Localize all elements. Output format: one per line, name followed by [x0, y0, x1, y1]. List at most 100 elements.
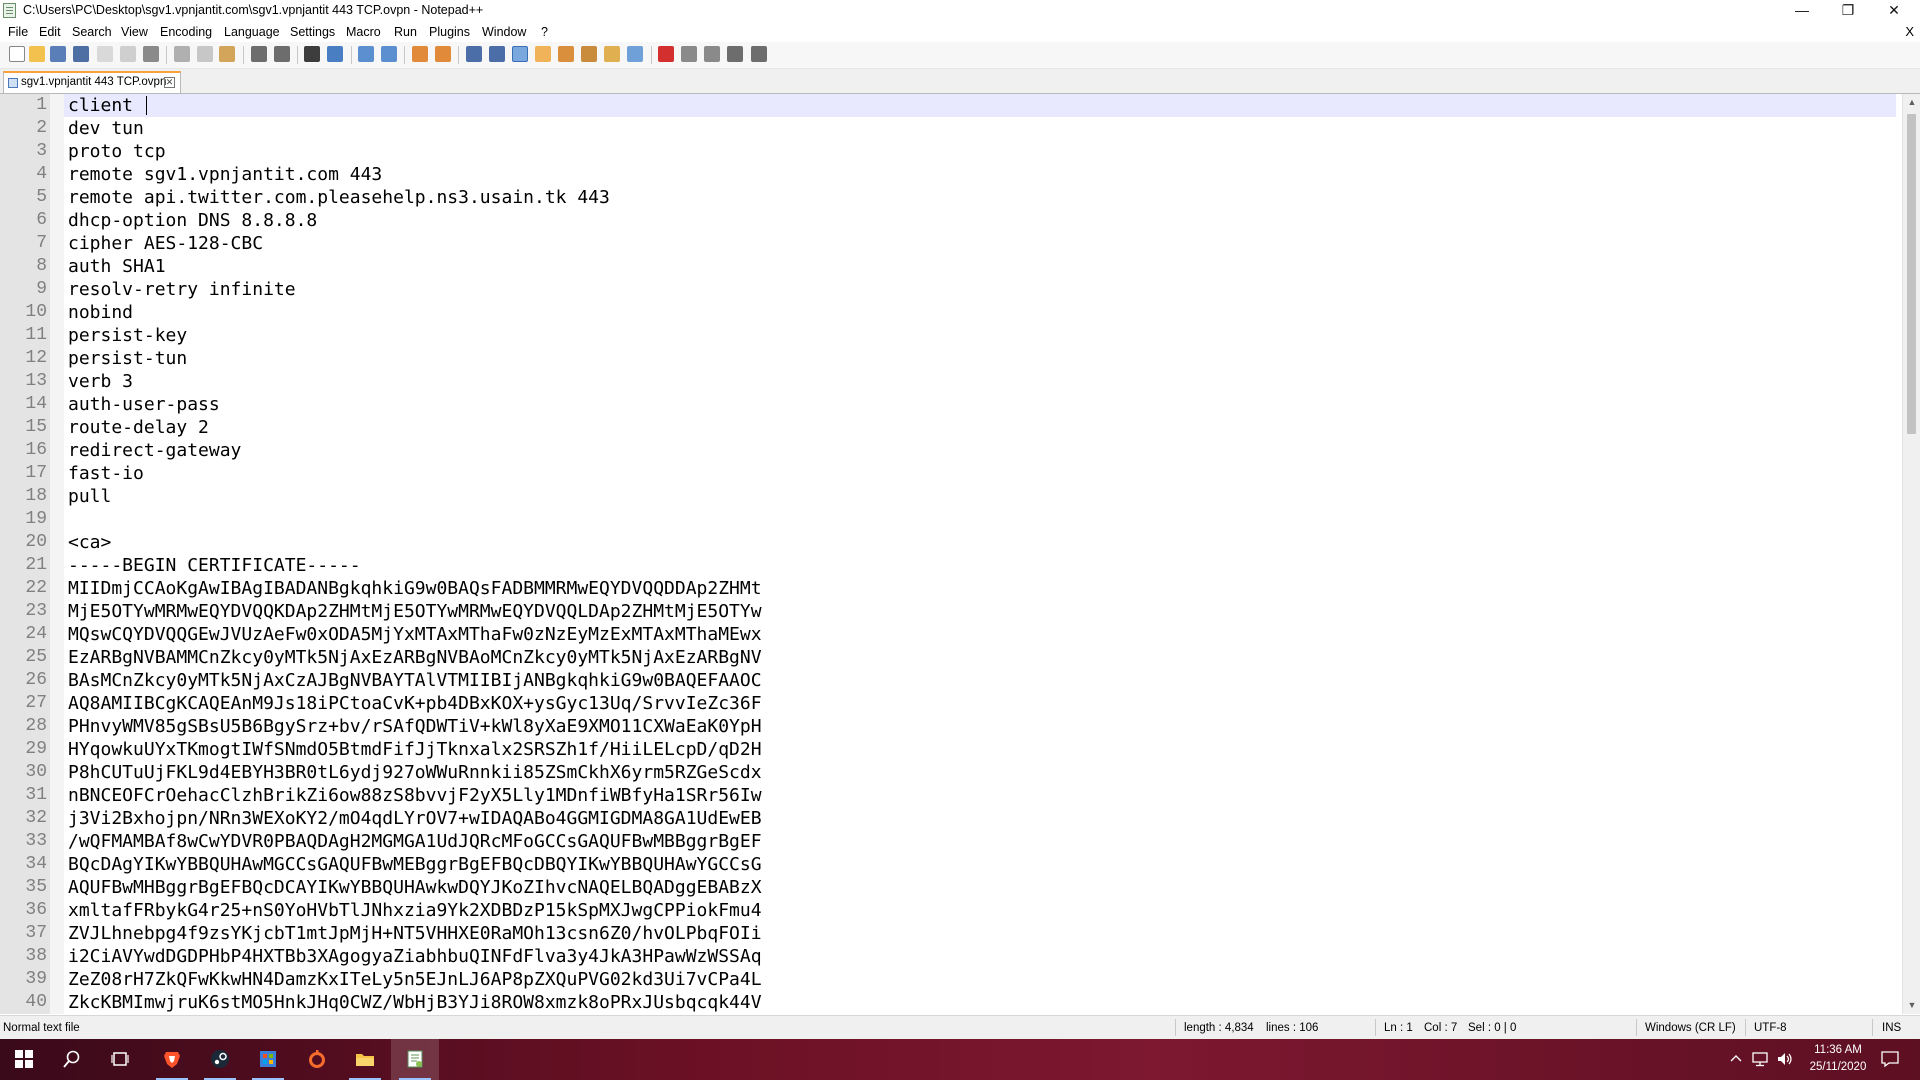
- tab-sgv1-ovpn[interactable]: sgv1.vpnjantit 443 TCP.ovpn ✕: [3, 71, 181, 93]
- taskbar-brave[interactable]: [148, 1039, 196, 1080]
- menu-help[interactable]: ?: [541, 25, 548, 39]
- show-all-chars-icon[interactable]: [489, 46, 505, 62]
- paste-icon[interactable]: [219, 46, 235, 62]
- replace-icon[interactable]: [327, 46, 343, 62]
- zoom-in-icon[interactable]: [358, 46, 374, 62]
- line-text: proto tcp: [68, 141, 166, 162]
- search-icon: [63, 1050, 80, 1068]
- save-icon[interactable]: [50, 46, 66, 62]
- vertical-scrollbar[interactable]: ▲ ▼: [1902, 94, 1920, 1014]
- line-number: 32: [25, 808, 47, 828]
- close-document-button[interactable]: X: [1905, 24, 1914, 39]
- indent-guide-icon[interactable]: [512, 46, 528, 62]
- menu-macro[interactable]: Macro: [346, 25, 381, 39]
- menu-run[interactable]: Run: [394, 25, 417, 39]
- scroll-thumb[interactable]: [1907, 114, 1916, 434]
- taskbar-origin[interactable]: [293, 1039, 341, 1080]
- line-number: 6: [36, 210, 47, 230]
- line-text: MjE5OTYwMRMwEQYDVQQKDAp2ZHMtMjE5OTYwMRMw…: [68, 601, 762, 622]
- scroll-down-icon[interactable]: ▼: [1903, 997, 1920, 1014]
- volume-icon[interactable]: [1776, 1051, 1794, 1067]
- cut-icon[interactable]: [174, 46, 190, 62]
- line-text: j3Vi2Bxhojpn/NRn3WEXoKY2/mO4qdLYrOV7+wID…: [68, 808, 762, 829]
- record-macro-icon[interactable]: [658, 46, 674, 62]
- line-text: ZeZ08rH7ZkQFwKkwHN4DamzKxITeLy5n5EJnLJ6A…: [68, 969, 762, 990]
- copy-icon[interactable]: [197, 46, 213, 62]
- monitoring-icon[interactable]: [627, 46, 643, 62]
- new-file-icon[interactable]: [9, 46, 25, 62]
- chevron-up-icon[interactable]: [1730, 1053, 1742, 1065]
- menu-language[interactable]: Language: [224, 25, 280, 39]
- sync-horizontal-icon[interactable]: [435, 46, 451, 62]
- editor[interactable]: 1 client 2 dev tun 3 proto tcp 4 remote sgv1.vp…: [0, 94, 1920, 1014]
- save-macro-icon[interactable]: [751, 46, 767, 62]
- line-number: 37: [25, 923, 47, 943]
- save-all-icon[interactable]: [73, 46, 89, 62]
- start-button[interactable]: [0, 1039, 48, 1080]
- toolbar-separator: [297, 46, 298, 64]
- line-text: i2CiAVYwdDGDPHbP4HXTBb3XAgogyaZiabhbuQIN…: [68, 946, 762, 967]
- line-number: 40: [25, 992, 47, 1012]
- close-tab-icon[interactable]: ✕: [164, 77, 175, 88]
- search-button[interactable]: [48, 1039, 96, 1080]
- close-all-icon[interactable]: [120, 46, 136, 62]
- brave-browser-icon: [164, 1052, 180, 1068]
- notification-icon[interactable]: [1880, 1050, 1900, 1068]
- minimize-button[interactable]: —: [1779, 0, 1825, 22]
- line-text: fast-io: [68, 463, 144, 484]
- status-eol[interactable]: Windows (CR LF): [1645, 1022, 1736, 1034]
- clock-date[interactable]: 25/11/2020: [1803, 1061, 1873, 1073]
- menu-search[interactable]: Search: [72, 25, 112, 39]
- close-window-button[interactable]: ✕: [1871, 0, 1917, 22]
- function-list-icon[interactable]: [581, 46, 597, 62]
- close-icon[interactable]: [97, 46, 113, 62]
- task-view-button[interactable]: [96, 1039, 144, 1080]
- run-macro-multiple-icon[interactable]: [727, 46, 743, 62]
- line-text: ZVJLhnebpg4f9zsYKjcbT1mtJpMjH+NT5VHHXE0R…: [68, 923, 762, 944]
- menu-window[interactable]: Window: [482, 25, 526, 39]
- network-icon[interactable]: [1752, 1051, 1770, 1067]
- line-number: 23: [25, 601, 47, 621]
- line-number: 12: [25, 348, 47, 368]
- line-number: 13: [25, 371, 47, 391]
- line-number: 26: [25, 670, 47, 690]
- line-number: 29: [25, 739, 47, 759]
- menu-view[interactable]: View: [121, 25, 148, 39]
- zoom-out-icon[interactable]: [381, 46, 397, 62]
- line-number: 36: [25, 900, 47, 920]
- status-encoding[interactable]: UTF-8: [1754, 1022, 1787, 1034]
- menu-edit[interactable]: Edit: [39, 25, 61, 39]
- restore-button[interactable]: ❐: [1825, 0, 1871, 22]
- word-wrap-icon[interactable]: [466, 46, 482, 62]
- stop-macro-icon[interactable]: [681, 46, 697, 62]
- redo-icon[interactable]: [274, 46, 290, 62]
- line-text: P8hCUTuUjFKL9d4EBYH3BR0tL6ydj927oWWuRnnk…: [68, 762, 762, 783]
- menu-settings[interactable]: Settings: [290, 25, 335, 39]
- folder-workspace-icon[interactable]: [604, 46, 620, 62]
- play-macro-icon[interactable]: [704, 46, 720, 62]
- undo-icon[interactable]: [251, 46, 267, 62]
- scroll-up-icon[interactable]: ▲: [1903, 94, 1920, 111]
- taskbar-file-explorer[interactable]: [341, 1039, 389, 1080]
- notepad-plus-plus-icon[interactable]: [3, 3, 16, 18]
- print-icon[interactable]: [143, 46, 159, 62]
- menu-encoding[interactable]: Encoding: [160, 25, 212, 39]
- taskbar-store-app[interactable]: [244, 1039, 292, 1080]
- line-text: remote sgv1.vpnjantit.com 443: [68, 164, 383, 185]
- status-separator: [1375, 1019, 1376, 1036]
- taskbar-notepad-plus-plus[interactable]: [391, 1039, 439, 1080]
- menu-file[interactable]: File: [8, 25, 28, 39]
- clock-time[interactable]: 11:36 AM: [1803, 1044, 1873, 1056]
- taskbar-steam[interactable]: [196, 1039, 244, 1080]
- status-insert-mode[interactable]: INS: [1882, 1022, 1901, 1034]
- line-text: nobind: [68, 302, 134, 323]
- open-file-icon[interactable]: [29, 46, 45, 62]
- lang-udl-icon[interactable]: [535, 46, 551, 62]
- tab-bar: sgv1.vpnjantit 443 TCP.ovpn ✕: [0, 69, 1920, 94]
- find-icon[interactable]: [304, 46, 320, 62]
- sync-vertical-icon[interactable]: [412, 46, 428, 62]
- menu-plugins[interactable]: Plugins: [429, 25, 470, 39]
- doc-map-icon[interactable]: [558, 46, 574, 62]
- window-title: C:\Users\PC\Desktop\sgv1.vpnjantit.com\s…: [23, 3, 484, 17]
- line-number: 35: [25, 877, 47, 897]
